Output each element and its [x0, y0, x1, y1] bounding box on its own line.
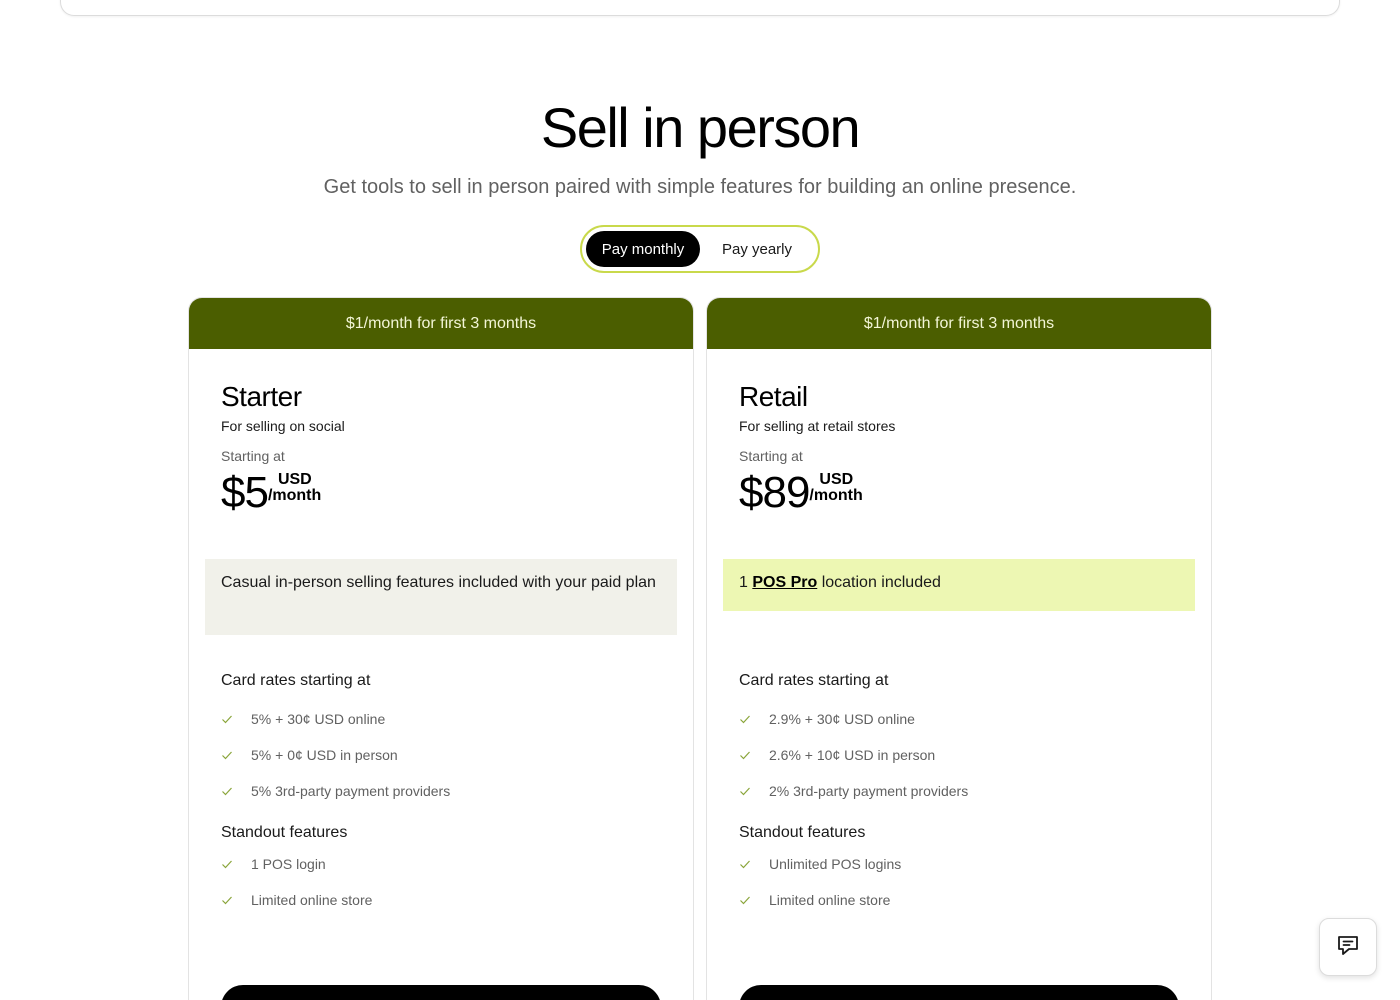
- check-icon: [221, 749, 233, 761]
- feature-item: 2.6% + 10¢ USD in person: [739, 747, 935, 763]
- plan-highlight: Casual in-person selling features includ…: [205, 559, 677, 635]
- price-amount: $5: [221, 468, 269, 517]
- price-meta: USD /month: [268, 467, 321, 504]
- feature-item: Unlimited POS logins: [739, 856, 901, 872]
- highlight-prefix: 1: [739, 574, 753, 591]
- feature-text: 1 POS login: [251, 856, 326, 872]
- header-card: [60, 0, 1340, 16]
- check-icon: [739, 749, 751, 761]
- plan-highlight: 1 POS Pro location included: [723, 559, 1195, 611]
- plan-name: Retail: [739, 381, 808, 412]
- price-amount: $89: [739, 468, 810, 517]
- promo-banner: $1/month for first 3 months: [707, 298, 1211, 349]
- plan-tagline: For selling at retail stores: [739, 418, 896, 434]
- feature-text: 5% + 0¢ USD in person: [251, 747, 398, 763]
- price: $89 USD /month: [739, 467, 863, 519]
- feature-text: 5% 3rd-party payment providers: [251, 783, 451, 799]
- check-icon: [221, 858, 233, 870]
- feature-text: 2% 3rd-party payment providers: [769, 783, 969, 799]
- price-meta: USD /month: [809, 467, 862, 504]
- feature-item: 2.9% + 30¢ USD online: [739, 711, 915, 727]
- price: $5 USD /month: [221, 467, 321, 519]
- card-rates-title: Card rates starting at: [739, 672, 889, 689]
- pay-yearly-option[interactable]: Pay yearly: [700, 231, 814, 267]
- chat-icon: [1335, 932, 1361, 963]
- pay-monthly-option[interactable]: Pay monthly: [586, 231, 700, 267]
- feature-text: Limited online store: [251, 892, 373, 908]
- chat-button[interactable]: [1319, 918, 1377, 976]
- check-icon: [221, 785, 233, 797]
- feature-item: 5% + 30¢ USD online: [221, 711, 385, 727]
- plan-name: Starter: [221, 381, 302, 412]
- card-rates-title: Card rates starting at: [221, 672, 371, 689]
- check-icon: [221, 713, 233, 725]
- feature-item: Limited online store: [221, 892, 372, 908]
- price-currency: USD: [819, 471, 854, 488]
- feature-item: 5% 3rd-party payment providers: [221, 783, 450, 799]
- try-for-free-button[interactable]: Try for free: [739, 985, 1179, 1000]
- try-for-free-button[interactable]: Try for free: [221, 985, 661, 1000]
- feature-item: 2% 3rd-party payment providers: [739, 783, 968, 799]
- promo-banner: $1/month for first 3 months: [189, 298, 693, 349]
- check-icon: [739, 785, 751, 797]
- highlight-suffix: location included: [817, 574, 941, 591]
- feature-text: Unlimited POS logins: [769, 856, 902, 872]
- check-icon: [221, 894, 233, 906]
- feature-text: 5% + 30¢ USD online: [251, 711, 386, 727]
- feature-item: 5% + 0¢ USD in person: [221, 747, 398, 763]
- plan-card-retail: $1/month for first 3 months Retail For s…: [706, 297, 1212, 1000]
- page-subtitle: Get tools to sell in person paired with …: [323, 176, 1077, 198]
- check-icon: [739, 713, 751, 725]
- standout-title: Standout features: [221, 824, 348, 841]
- price-period: /month: [809, 487, 863, 504]
- feature-text: Limited online store: [769, 892, 891, 908]
- pos-pro-link[interactable]: POS Pro: [752, 574, 817, 591]
- billing-toggle: Pay monthly Pay yearly: [580, 225, 820, 273]
- feature-item: 1 POS login: [221, 856, 326, 872]
- price-currency: USD: [277, 471, 312, 488]
- plan-tagline: For selling on social: [221, 418, 345, 434]
- starting-at-label: Starting at: [221, 448, 285, 464]
- check-icon: [739, 858, 751, 870]
- feature-text: 2.9% + 30¢ USD online: [769, 711, 915, 727]
- standout-title: Standout features: [739, 824, 866, 841]
- page-title: Sell in person: [540, 96, 861, 159]
- pricing-page: Sell in person Get tools to sell in pers…: [0, 0, 1400, 1000]
- plan-card-starter: $1/month for first 3 months Starter For …: [188, 297, 694, 1000]
- feature-item: Limited online store: [739, 892, 890, 908]
- starting-at-label: Starting at: [739, 448, 803, 464]
- price-period: /month: [267, 487, 322, 504]
- check-icon: [739, 894, 751, 906]
- feature-text: 2.6% + 10¢ USD in person: [769, 747, 936, 763]
